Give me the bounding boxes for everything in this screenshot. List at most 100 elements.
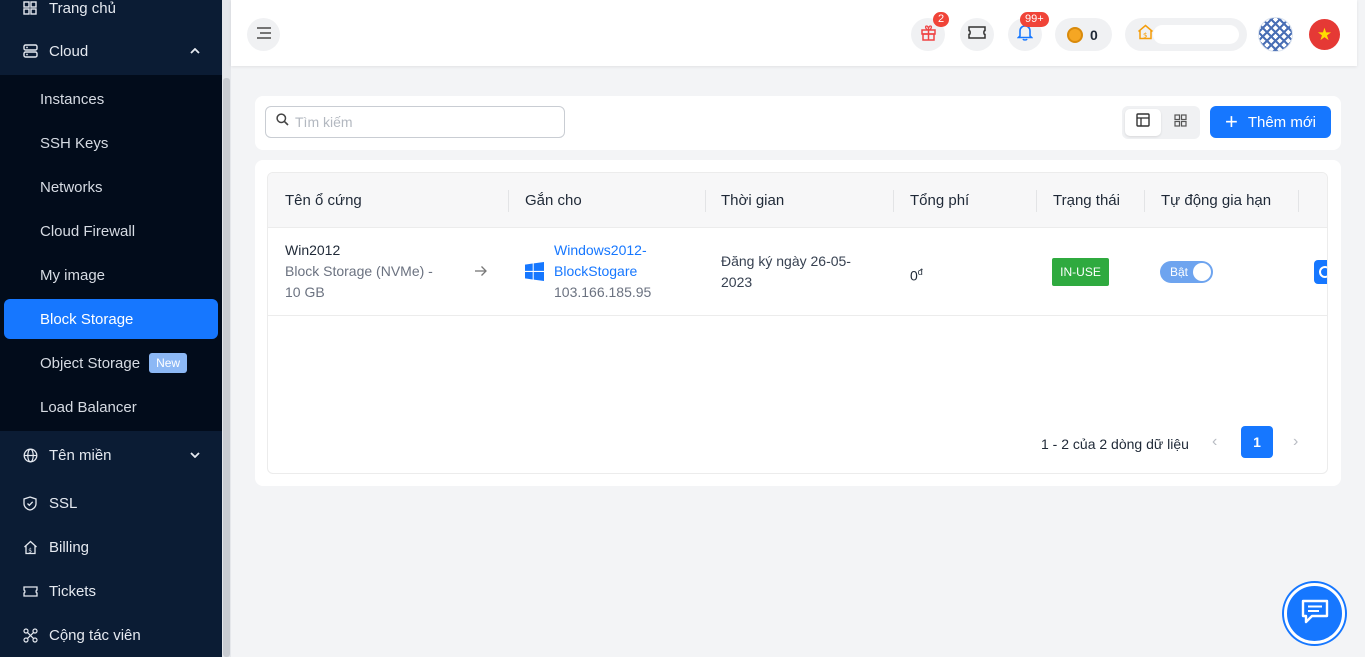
sidebar-item-cloud[interactable]: Cloud: [0, 31, 222, 71]
table-row[interactable]: Win2012 Block Storage (NVMe) - 10 GB Win…: [268, 229, 1327, 316]
svg-text:$: $: [1143, 32, 1147, 40]
sidebar-item-label: My image: [40, 266, 106, 284]
column-divider: [508, 190, 509, 212]
sidebar-item-label: SSL: [49, 494, 78, 512]
ticket-button[interactable]: [960, 18, 994, 51]
cloud-submenu: Instances SSH Keys Networks Cloud Firewa…: [0, 75, 222, 431]
disk-type: Block Storage (NVMe) -: [285, 263, 433, 279]
toolbar-card: + Thêm mới: [255, 96, 1341, 150]
home-money-icon: $: [22, 539, 38, 555]
sidebar-item-label: Tickets: [49, 582, 96, 600]
action-icon: [1319, 266, 1327, 278]
column-header-time[interactable]: Thời gian: [721, 173, 784, 228]
sidebar-item-label: Block Storage: [40, 310, 134, 328]
network-icon: [22, 627, 38, 643]
sidebar-item-cloud-firewall[interactable]: Cloud Firewall: [0, 211, 222, 251]
chevron-up-icon: [190, 45, 200, 57]
top-header: 2 99+ 0 $ ★: [231, 0, 1357, 66]
coin-icon: [1067, 26, 1083, 43]
sidebar-item-label: SSH Keys: [40, 134, 109, 152]
toggle-knob: [1193, 263, 1211, 281]
sidebar-item-instances[interactable]: Instances: [0, 79, 222, 119]
sidebar-item-affiliates[interactable]: Cộng tác viên: [0, 615, 222, 655]
registration-date: Đăng ký ngày 26-05-: [721, 253, 851, 269]
sidebar-item-block-storage[interactable]: Block Storage: [4, 299, 218, 339]
avatar[interactable]: [1258, 17, 1293, 52]
column-header-disk-name[interactable]: Tên ổ cứng: [285, 173, 362, 228]
sidebar-item-label: Load Balancer: [40, 398, 137, 416]
column-header-status[interactable]: Trạng thái: [1053, 173, 1120, 228]
column-divider: [1036, 190, 1037, 212]
sidebar-item-label: Instances: [40, 90, 105, 108]
coin-balance[interactable]: 0: [1055, 18, 1112, 51]
grid-view-button[interactable]: [1162, 109, 1198, 136]
sidebar-item-ssl[interactable]: SSL: [0, 483, 222, 523]
sidebar-item-ssh-keys[interactable]: SSH Keys: [0, 123, 222, 163]
gift-button[interactable]: 2: [911, 12, 950, 51]
gift-icon: [920, 24, 937, 46]
live-chat-button[interactable]: [1284, 583, 1345, 644]
status-badge: IN-USE: [1052, 258, 1109, 286]
page-button-current[interactable]: 1: [1241, 426, 1273, 458]
server-icon: [22, 43, 38, 59]
fee-value: 0: [910, 267, 918, 284]
column-header-attached-to[interactable]: Gắn cho: [525, 173, 582, 228]
chat-icon: [1301, 599, 1329, 629]
next-page-icon[interactable]: ›: [1293, 433, 1298, 451]
ticket-icon: [968, 25, 986, 45]
add-new-label: Thêm mới: [1247, 113, 1317, 131]
row-action-button[interactable]: [1314, 260, 1327, 284]
attached-instance-ip: 103.166.185.95: [554, 284, 652, 300]
sidebar-scrollbar[interactable]: [222, 0, 231, 657]
sidebar-item-object-storage[interactable]: Object Storage New: [0, 343, 222, 383]
search-box[interactable]: [265, 106, 565, 138]
account-balance-pill[interactable]: $: [1125, 18, 1247, 51]
sidebar-item-networks[interactable]: Networks: [0, 167, 222, 207]
storage-table: Tên ổ cứng Gắn cho Thời gian Tổng phí Tr…: [267, 172, 1328, 474]
add-new-button[interactable]: + Thêm mới: [1210, 106, 1331, 138]
sidebar-item-tickets[interactable]: Tickets: [0, 571, 222, 611]
column-divider: [705, 190, 706, 212]
notification-count-badge: 99+: [1020, 12, 1049, 27]
sidebar: Trang chủ Cloud Instances SSH Keys Netwo…: [0, 0, 222, 657]
prev-page-icon[interactable]: ‹: [1212, 433, 1217, 451]
total-fee: 0đ: [910, 262, 923, 287]
table-view-button[interactable]: [1125, 109, 1161, 136]
sidebar-item-domains[interactable]: Tên miền: [0, 435, 222, 475]
sidebar-item-label: Cloud Firewall: [40, 222, 136, 240]
search-input[interactable]: [295, 114, 555, 130]
grid-icon: [1173, 113, 1187, 132]
column-header-auto-renew[interactable]: Tự động gia hạn: [1161, 173, 1271, 228]
sidebar-item-my-image[interactable]: My image: [0, 255, 222, 295]
sidebar-item-load-balancer[interactable]: Load Balancer: [0, 387, 222, 427]
chevron-down-icon: [190, 449, 200, 461]
registration-date-year: 2023: [721, 274, 753, 290]
attached-instance-link-cont[interactable]: BlockStogare: [554, 261, 637, 282]
sidebar-item-label: Networks: [40, 178, 103, 196]
notification-button[interactable]: 99+: [1008, 12, 1049, 51]
table-icon: [1136, 113, 1150, 132]
sidebar-item-billing[interactable]: $ Billing: [0, 527, 222, 567]
fee-currency: đ: [917, 267, 923, 277]
column-divider: [1144, 190, 1145, 212]
hamburger-icon: [256, 26, 272, 44]
sidebar-item-label: Object Storage: [40, 354, 141, 372]
menu-toggle-button[interactable]: [247, 18, 280, 51]
language-vn-flag[interactable]: ★: [1309, 19, 1340, 50]
column-header-total-fee[interactable]: Tổng phí: [910, 173, 969, 228]
sidebar-item-label: Cloud: [49, 42, 89, 60]
coin-balance-value: 0: [1090, 26, 1098, 43]
attached-instance-link[interactable]: Windows2012-: [554, 240, 647, 261]
disk-name: Win2012: [285, 242, 341, 258]
table-header: Tên ổ cứng Gắn cho Thời gian Tổng phí Tr…: [268, 173, 1327, 228]
column-divider: [893, 190, 894, 212]
sidebar-item-label: Tên miền: [49, 446, 112, 464]
ticket-icon: [22, 583, 38, 599]
sidebar-item-home[interactable]: Trang chủ: [0, 0, 222, 28]
plus-icon: +: [1224, 109, 1238, 134]
sidebar-scroll-thumb[interactable]: [223, 78, 230, 657]
new-badge: New: [149, 353, 188, 373]
auto-renew-toggle[interactable]: Bật: [1160, 261, 1213, 283]
globe-icon: [22, 447, 38, 463]
home-money-icon: $: [1137, 24, 1154, 45]
